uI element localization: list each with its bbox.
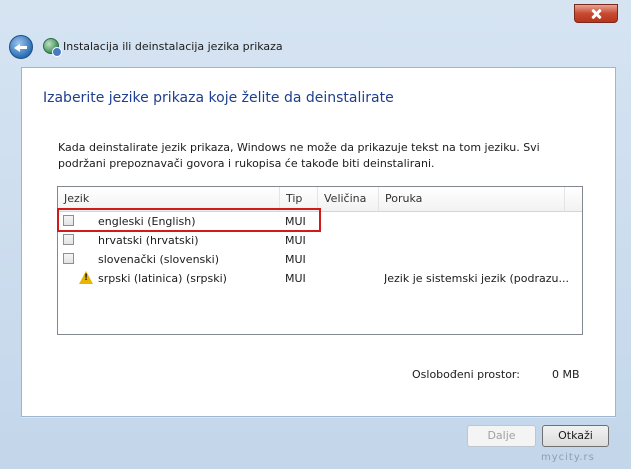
freed-space-label: Oslobođeni prostor: [412,368,520,381]
language-size [323,269,378,288]
watermark: mycity.rs [541,452,595,463]
language-name: slovenački (slovenski) [98,253,219,266]
next-button[interactable]: Dalje [467,425,536,447]
language-message [384,212,579,231]
column-header-message[interactable]: Poruka [379,187,565,211]
footer-divider [21,417,616,418]
language-message: Jezik je sistemski jezik (podrazu... [384,272,570,285]
freed-space-value: 0 MB [552,368,580,381]
window-title: Instalacija ili deinstalacija jezika pri… [63,40,283,53]
checkbox-icon[interactable] [63,234,74,245]
language-size [323,212,378,231]
page-description: Kada deinstalirate jezik prikaza, Window… [58,141,540,170]
language-size [323,250,378,269]
column-header-size[interactable]: Veličina [318,187,379,211]
back-arrow-icon[interactable] [9,35,33,59]
language-type: MUI [285,253,306,266]
page-heading: Izaberite jezike prikaza koje želite da … [43,90,394,106]
list-item[interactable]: hrvatski (hrvatski) MUI [58,231,582,250]
cancel-button[interactable]: Otkaži [542,425,609,447]
language-type: MUI [285,234,306,247]
list-item[interactable]: slovenački (slovenski) MUI [58,250,582,269]
language-message [384,250,579,269]
list-item[interactable]: srpski (latinica) (srpski) MUI Jezik je … [58,269,582,288]
highlight-box [57,208,321,232]
language-name: srpski (latinica) (srpski) [98,272,227,285]
language-globe-icon [43,38,62,57]
checkbox-icon[interactable] [63,253,74,264]
warning-icon [79,271,93,284]
language-message [384,231,579,250]
language-type: MUI [285,272,306,285]
language-size [323,231,378,250]
language-name: hrvatski (hrvatski) [98,234,199,247]
close-icon[interactable] [574,4,618,23]
